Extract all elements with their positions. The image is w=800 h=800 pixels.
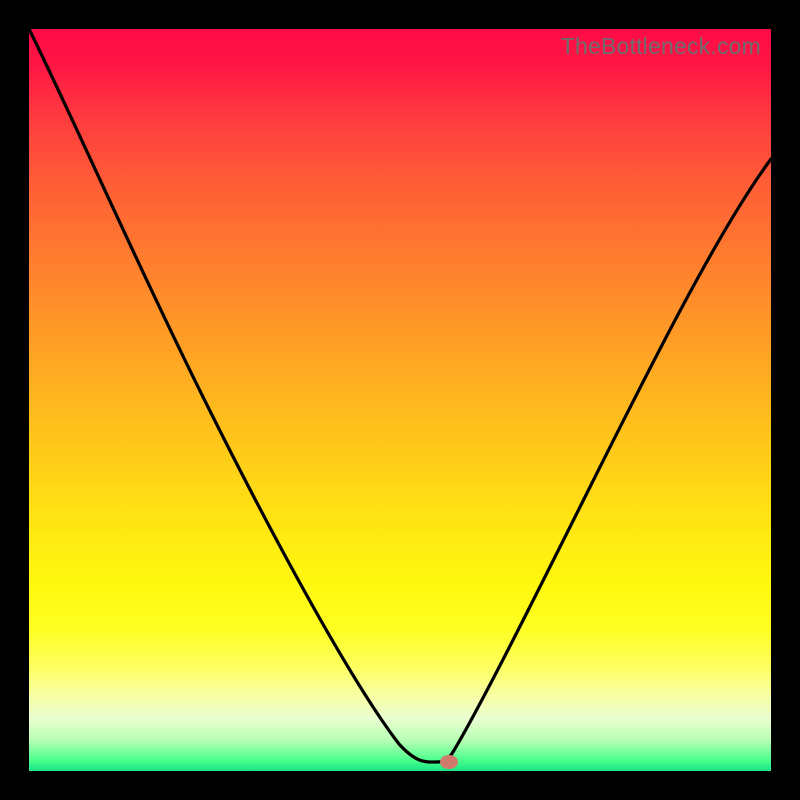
optimal-point-marker <box>440 755 458 769</box>
chart-area: TheBottleneck.com <box>29 29 771 771</box>
curve-path <box>29 29 771 762</box>
bottleneck-curve <box>29 29 771 771</box>
